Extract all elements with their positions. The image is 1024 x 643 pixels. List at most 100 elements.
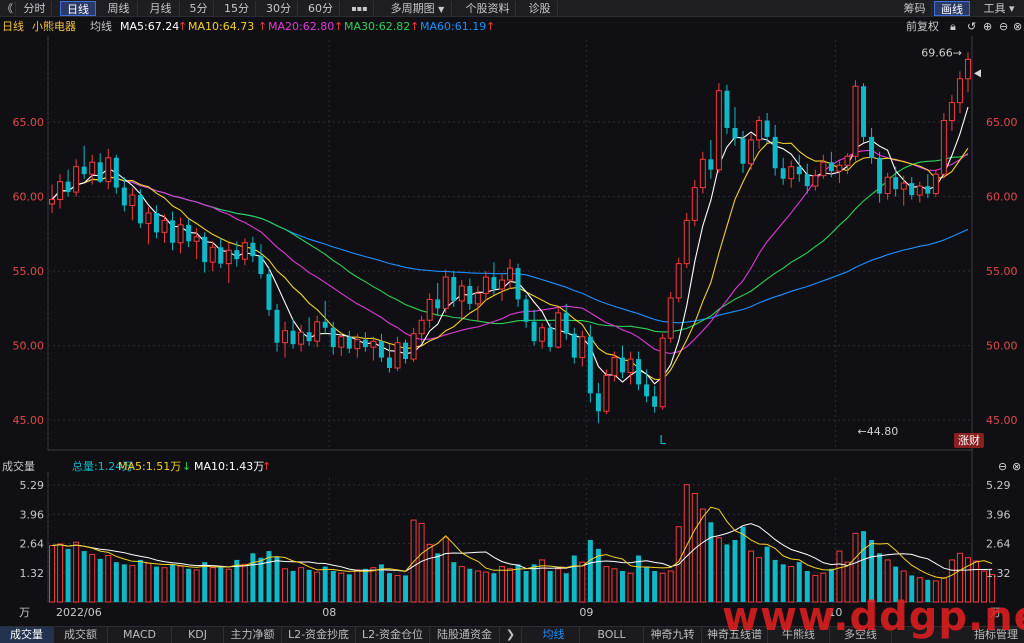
volume-bar <box>89 553 96 603</box>
price-tick-label-right: 50.00 <box>986 340 1018 353</box>
candle-body <box>780 168 786 179</box>
candle-body <box>828 162 834 172</box>
volume-bar <box>699 508 706 603</box>
tab-northbound[interactable]: 陆股通资金 <box>430 627 500 643</box>
volume-bar <box>186 568 192 602</box>
volume-bar <box>282 568 289 603</box>
volume-bar <box>482 571 489 603</box>
candle-body <box>225 249 232 265</box>
volume-bar <box>274 556 280 602</box>
candle-body <box>595 393 601 412</box>
candle-body <box>691 187 698 221</box>
volume-ma5-line <box>51 506 993 579</box>
candle-body <box>893 177 899 190</box>
candle-body <box>442 276 449 309</box>
candle-body <box>925 186 931 194</box>
volume-bar <box>467 568 473 602</box>
tab-l2-bottom[interactable]: L2-资金抄底 <box>282 627 356 643</box>
tab-turnover[interactable]: 成交额 <box>54 627 108 643</box>
candle-body <box>282 330 289 344</box>
volume-bar <box>121 564 127 602</box>
tab-td9[interactable]: 神奇九转 <box>644 627 702 643</box>
candle-body <box>956 78 963 104</box>
tab-ma[interactable]: 均线 <box>528 627 580 643</box>
candle-body <box>820 161 827 177</box>
candle-body <box>250 242 256 257</box>
candle-body <box>675 263 682 299</box>
volume-bar <box>715 537 722 603</box>
volume-bar <box>81 551 87 602</box>
candle-body <box>603 374 610 412</box>
volume-bar <box>619 571 625 602</box>
candle-body <box>241 242 248 260</box>
volume-bar <box>105 555 112 603</box>
candle-body <box>796 166 802 175</box>
volume-bar <box>627 572 634 603</box>
ma60-line <box>51 176 969 324</box>
candle-body <box>884 176 891 195</box>
candle-body <box>699 158 706 189</box>
candle-body <box>170 220 176 243</box>
candle-body <box>65 181 71 193</box>
candle-body <box>57 181 64 201</box>
candle-body <box>161 219 168 233</box>
candle-body <box>274 309 280 343</box>
volume-bar <box>403 575 409 602</box>
volume-tick-label-left: 2.64 <box>20 538 45 551</box>
candle-body <box>498 279 505 290</box>
candle-body <box>523 299 529 322</box>
volume-bar <box>49 545 56 603</box>
candle-body <box>354 339 361 350</box>
volume-close-icon[interactable]: ⊗ <box>1012 459 1021 474</box>
volume-bar <box>435 553 441 602</box>
nav-next-button[interactable]: ❯ <box>500 627 522 643</box>
volume-zoom-out-icon[interactable]: ⊖ <box>998 459 1007 474</box>
candle-body <box>338 336 345 348</box>
tab-l2-position[interactable]: L2-资金仓位 <box>356 627 430 643</box>
candle-body <box>579 336 586 359</box>
volume-bar <box>338 572 345 603</box>
tab-main-net[interactable]: 主力净额 <box>224 627 282 643</box>
volume-bar <box>555 568 562 603</box>
candle-body <box>410 333 417 360</box>
candle-body <box>667 297 674 339</box>
volume-bar <box>161 567 168 603</box>
tab-macd[interactable]: MACD <box>108 627 172 643</box>
price-tick-label-left: 65.00 <box>13 116 45 129</box>
volume-bar <box>740 526 746 602</box>
volume-bar <box>652 571 658 602</box>
candle-body <box>515 268 521 300</box>
volume-bar <box>97 558 103 602</box>
candle-body <box>418 319 425 335</box>
kline-chart[interactable]: 45.00 45.00 50.00 50.00 55.00 55.00 60.00 60.00… <box>0 0 1024 643</box>
tab-kdj[interactable]: KDJ <box>172 627 224 643</box>
volume-unit-label-left: 万 <box>19 606 30 619</box>
candle-body <box>209 246 216 263</box>
tab-boll[interactable]: BOLL <box>580 627 644 643</box>
volume-bar <box>563 573 569 602</box>
volume-title: 成交量 <box>2 460 35 473</box>
candle-body <box>740 138 746 164</box>
candle-body <box>322 321 328 328</box>
volume-bar <box>442 537 449 603</box>
candle-body <box>571 333 577 358</box>
candle-body <box>861 86 867 137</box>
candle-body <box>89 161 96 175</box>
volume-bar <box>611 568 618 603</box>
volume-bar <box>113 562 119 602</box>
candle-body <box>909 183 915 196</box>
candle-body <box>298 331 305 345</box>
volume-bar <box>579 561 586 603</box>
candle-body <box>491 277 497 289</box>
volume-bar <box>659 572 666 603</box>
candle-body <box>555 312 562 348</box>
low-marker-label: L <box>659 433 666 447</box>
candle-body <box>81 166 87 175</box>
volume-bar <box>137 559 143 602</box>
tab-volume[interactable]: 成交量 <box>0 627 54 643</box>
volume-bar <box>65 548 71 602</box>
volume-bar <box>386 573 392 602</box>
volume-tick-label-right: 1.32 <box>986 567 1011 580</box>
candle-body <box>186 224 192 242</box>
candle-body <box>844 155 851 166</box>
